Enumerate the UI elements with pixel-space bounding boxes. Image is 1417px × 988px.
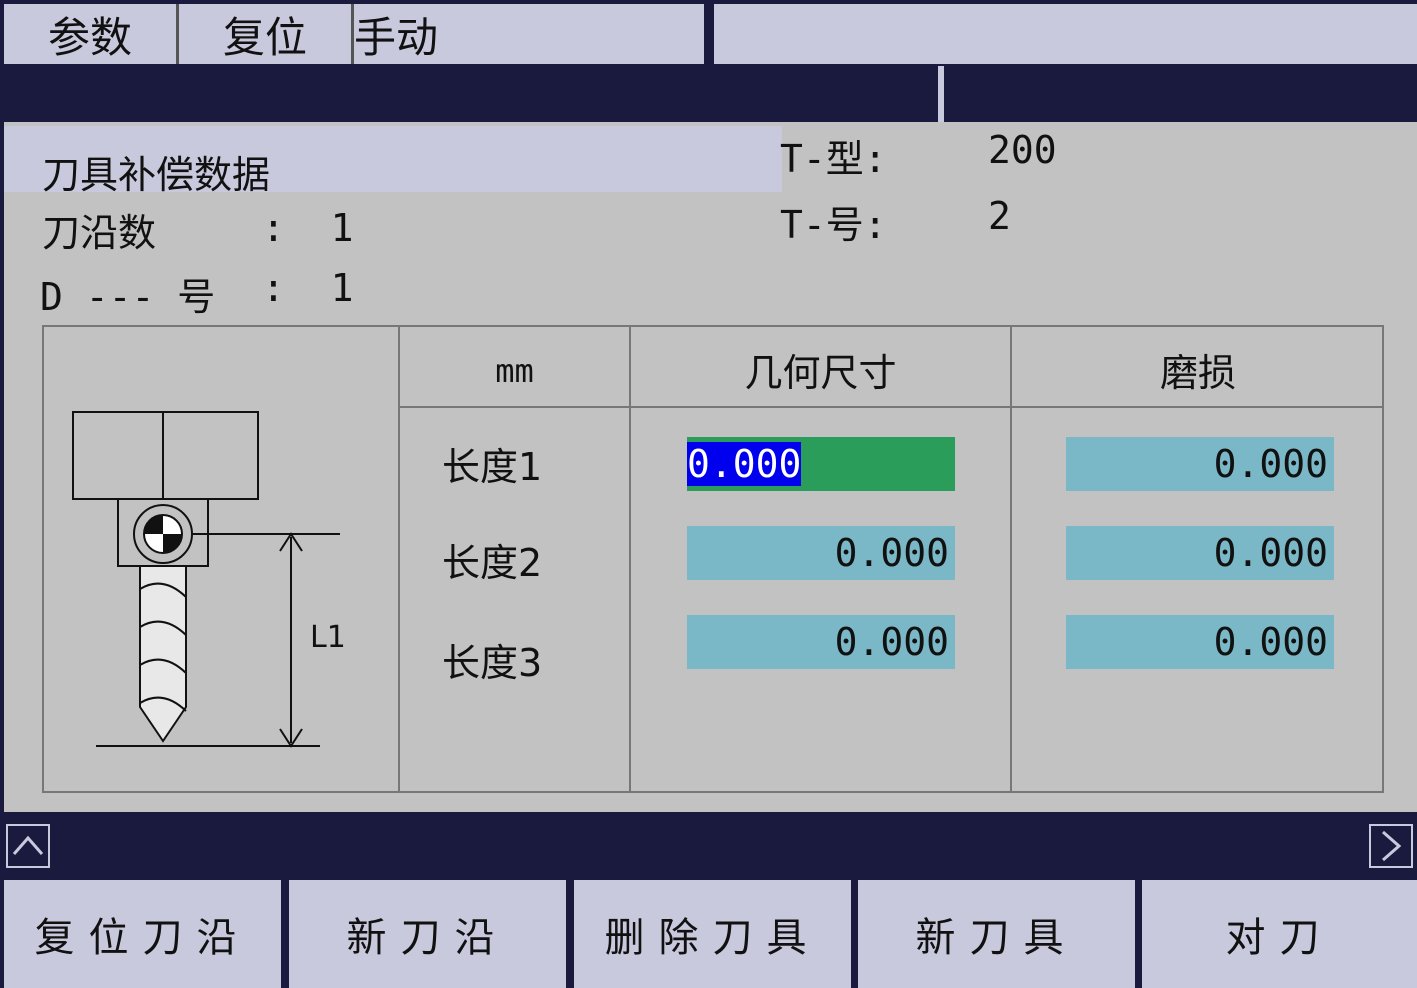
delete-tool-button[interactable]: 删除刀具 <box>574 880 851 988</box>
tab-parameters[interactable]: 参数 <box>4 4 176 64</box>
wear-length3-value: 0.000 <box>1213 620 1328 664</box>
new-tool-label: 新刀具 <box>915 915 1078 961</box>
tab-reset[interactable]: 复位 <box>179 4 351 64</box>
tab-manual-label: 手动 <box>354 12 439 62</box>
geometry-length1-input[interactable]: 0.000 <box>687 437 955 491</box>
d-number-label: D --- 号 <box>40 275 216 319</box>
reset-edge-label: 复位刀沿 <box>34 915 251 961</box>
page-up-button[interactable] <box>6 824 50 868</box>
edges-count-value: : 1 <box>262 206 354 250</box>
tool-type-label: T-型: <box>780 137 887 181</box>
new-tool-button[interactable]: 新刀具 <box>858 880 1135 988</box>
tool-holder-shape <box>72 411 259 500</box>
reference-point-icon <box>133 504 193 564</box>
dimension-label: L1 <box>310 620 346 655</box>
row-label-length1: 长度1 <box>442 445 543 489</box>
new-edge-button[interactable]: 新刀沿 <box>289 880 566 988</box>
delete-tool-label: 删除刀具 <box>604 915 821 961</box>
header-divider <box>400 406 1384 408</box>
row-label-length3: 长度3 <box>442 641 543 685</box>
unit-header: mm <box>495 352 534 390</box>
edges-count-label: 刀沿数 <box>42 211 157 255</box>
tool-diagram <box>72 411 340 748</box>
tool-setting-button[interactable]: 对刀 <box>1142 880 1417 988</box>
tool-number-value: 2 <box>988 194 1011 238</box>
wear-length2-input[interactable]: 0.000 <box>1066 526 1334 580</box>
tab-blank-area <box>714 4 1417 64</box>
wear-length1-value: 0.000 <box>1213 442 1328 486</box>
geometry-header: 几何尺寸 <box>744 351 897 395</box>
tool-number-label: T-号: <box>780 203 887 247</box>
tab-reset-label: 复位 <box>222 12 307 62</box>
wear-header: 磨损 <box>1159 351 1236 395</box>
new-edge-label: 新刀沿 <box>346 915 509 961</box>
status-divider <box>938 66 944 122</box>
tool-type-value: 200 <box>988 128 1057 172</box>
column-divider <box>398 325 400 793</box>
row-label-length2: 长度2 <box>442 541 543 585</box>
tool-setting-label: 对刀 <box>1225 915 1334 961</box>
geometry-length3-input[interactable]: 0.000 <box>687 615 955 669</box>
wear-length1-input[interactable]: 0.000 <box>1066 437 1334 491</box>
chevron-up-icon <box>12 835 44 855</box>
wear-length2-value: 0.000 <box>1213 531 1328 575</box>
page-right-button[interactable] <box>1369 824 1413 868</box>
page-title: 刀具补偿数据 <box>42 153 271 197</box>
geometry-length3-value: 0.000 <box>834 620 949 664</box>
status-bar <box>0 66 1417 122</box>
reset-edge-button[interactable]: 复位刀沿 <box>4 880 281 988</box>
geometry-length2-value: 0.000 <box>834 531 949 575</box>
chevron-right-icon <box>1382 830 1402 862</box>
nav-bar <box>0 816 1417 878</box>
geometry-length2-input[interactable]: 0.000 <box>687 526 955 580</box>
d-number-value: : 1 <box>262 266 354 310</box>
tab-parameters-label: 参数 <box>47 12 132 62</box>
wear-length3-input[interactable]: 0.000 <box>1066 615 1334 669</box>
geometry-length1-value: 0.000 <box>687 442 802 486</box>
tab-manual[interactable]: 手动 <box>354 4 704 64</box>
